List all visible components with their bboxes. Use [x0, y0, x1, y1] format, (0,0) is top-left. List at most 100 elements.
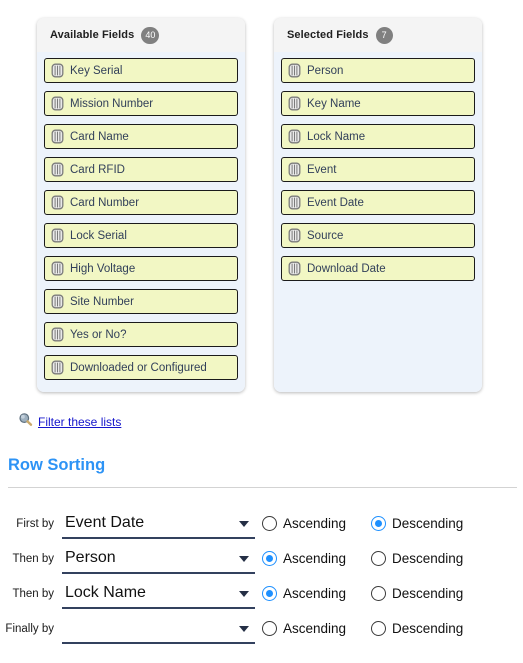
- sort-field-value: Person: [65, 548, 116, 566]
- available-fields-count-badge: 40: [141, 26, 160, 44]
- sort-direction-group: Ascending Descending: [262, 516, 469, 531]
- column-icon: [51, 228, 64, 243]
- sort-field-select[interactable]: Person: [62, 544, 255, 574]
- available-field-item[interactable]: Key Serial: [44, 58, 238, 83]
- sort-ascending-radio[interactable]: Ascending: [262, 621, 365, 636]
- sort-field-value: Event Date: [65, 513, 145, 531]
- sort-descending-label: Descending: [392, 586, 464, 601]
- available-field-item-label: Yes or No?: [70, 328, 127, 341]
- sort-field-select[interactable]: Lock Name: [62, 579, 255, 609]
- row-sorting-divider: [8, 487, 517, 488]
- column-icon: [51, 195, 64, 210]
- sort-ascending-radio[interactable]: Ascending: [262, 551, 365, 566]
- row-sorting-rows: First by Event Date Ascending Descending The…: [0, 506, 523, 646]
- selected-fields-panel: Selected Fields 7 Person Key Name Lock Nam…: [274, 18, 482, 392]
- column-icon: [288, 261, 301, 276]
- sort-row: Then by Lock Name Ascending Descending: [0, 576, 523, 611]
- available-field-item-label: Card Name: [70, 130, 129, 143]
- column-icon: [288, 96, 301, 111]
- sort-row: Then by Person Ascending Descending: [0, 541, 523, 576]
- sort-row-label: Finally by: [5, 622, 54, 635]
- available-field-item-label: Mission Number: [70, 97, 154, 110]
- sort-ascending-label: Ascending: [283, 586, 347, 601]
- field-picker: Available Fields 40 Key Serial Mission Nu…: [0, 0, 523, 400]
- available-fields-header: Available Fields 40: [37, 18, 245, 52]
- sort-ascending-radio[interactable]: Ascending: [262, 586, 365, 601]
- available-field-item-label: Card Number: [70, 196, 140, 209]
- radio-indicator: [371, 551, 386, 566]
- selected-field-item-label: Lock Name: [307, 130, 366, 143]
- selected-field-item-label: Event Date: [307, 196, 364, 209]
- sort-row: Finally by Ascending Descending: [0, 611, 523, 646]
- available-field-item[interactable]: High Voltage: [44, 256, 238, 281]
- selected-field-item-label: Event: [307, 163, 337, 176]
- column-icon: [51, 360, 64, 375]
- column-icon: [288, 228, 301, 243]
- available-field-item-label: Key Serial: [70, 64, 123, 77]
- available-field-item[interactable]: Lock Serial: [44, 223, 238, 248]
- sort-direction-group: Ascending Descending: [262, 586, 469, 601]
- selected-field-item-label: Source: [307, 229, 344, 242]
- selected-field-item[interactable]: Event Date: [281, 190, 475, 215]
- sort-descending-radio[interactable]: Descending: [371, 621, 463, 636]
- selected-field-item-label: Person: [307, 64, 344, 77]
- available-field-item-label: Site Number: [70, 295, 134, 308]
- selected-fields-header: Selected Fields 7: [274, 18, 482, 52]
- chevron-down-icon: [239, 625, 249, 632]
- sort-row: First by Event Date Ascending Descending: [0, 506, 523, 541]
- column-icon: [288, 129, 301, 144]
- available-field-item-label: High Voltage: [70, 262, 136, 275]
- sort-row-label: Then by: [12, 587, 54, 600]
- radio-indicator: [262, 516, 277, 531]
- sort-direction-group: Ascending Descending: [262, 621, 469, 636]
- available-fields-list[interactable]: Key Serial Mission Number Card Name Card RF…: [37, 52, 245, 392]
- column-icon: [288, 162, 301, 177]
- available-field-item[interactable]: Yes or No?: [44, 322, 238, 347]
- available-field-item[interactable]: Site Number: [44, 289, 238, 314]
- radio-indicator: [262, 551, 277, 566]
- sort-field-select[interactable]: Event Date: [62, 509, 255, 539]
- selected-field-item[interactable]: Lock Name: [281, 124, 475, 149]
- available-field-item[interactable]: Downloaded or Configured: [44, 355, 238, 380]
- column-icon: [51, 327, 64, 342]
- sort-field-select[interactable]: [62, 614, 255, 644]
- available-field-item[interactable]: Card Number: [44, 190, 238, 215]
- available-fields-title: Available Fields: [50, 29, 135, 41]
- selected-field-item[interactable]: Source: [281, 223, 475, 248]
- selected-field-item[interactable]: Download Date: [281, 256, 475, 281]
- selected-fields-list[interactable]: Person Key Name Lock Name Event Event Date So…: [274, 52, 482, 392]
- radio-indicator: [262, 586, 277, 601]
- selected-field-item-label: Download Date: [307, 262, 386, 275]
- available-field-item[interactable]: Card Name: [44, 124, 238, 149]
- sort-ascending-label: Ascending: [283, 516, 347, 531]
- sort-direction-group: Ascending Descending: [262, 551, 469, 566]
- sort-descending-radio[interactable]: Descending: [371, 551, 463, 566]
- sort-descending-radio[interactable]: Descending: [371, 586, 463, 601]
- sort-descending-radio[interactable]: Descending: [371, 516, 463, 531]
- radio-indicator: [262, 621, 277, 636]
- column-icon: [288, 195, 301, 210]
- selected-field-item[interactable]: Person: [281, 58, 475, 83]
- available-field-item-label: Downloaded or Configured: [70, 361, 207, 374]
- radio-indicator: [371, 516, 386, 531]
- chevron-down-icon: [239, 520, 249, 527]
- filter-lists-row[interactable]: Filter these lists: [18, 412, 121, 432]
- available-field-item[interactable]: Card RFID: [44, 157, 238, 182]
- sort-descending-label: Descending: [392, 551, 464, 566]
- available-field-item-label: Lock Serial: [70, 229, 127, 242]
- column-icon: [51, 162, 64, 177]
- radio-indicator: [371, 586, 386, 601]
- available-fields-panel: Available Fields 40 Key Serial Mission Nu…: [37, 18, 245, 392]
- filter-these-lists-link[interactable]: Filter these lists: [38, 415, 121, 429]
- sort-descending-label: Descending: [392, 621, 464, 636]
- column-icon: [51, 129, 64, 144]
- sort-row-label: Then by: [12, 552, 54, 565]
- chevron-down-icon: [239, 590, 249, 597]
- available-field-item-label: Card RFID: [70, 163, 125, 176]
- selected-field-item[interactable]: Event: [281, 157, 475, 182]
- available-field-item[interactable]: Mission Number: [44, 91, 238, 116]
- selected-field-item[interactable]: Key Name: [281, 91, 475, 116]
- sort-ascending-radio[interactable]: Ascending: [262, 516, 365, 531]
- selected-fields-title: Selected Fields: [287, 29, 369, 41]
- sort-ascending-label: Ascending: [283, 551, 347, 566]
